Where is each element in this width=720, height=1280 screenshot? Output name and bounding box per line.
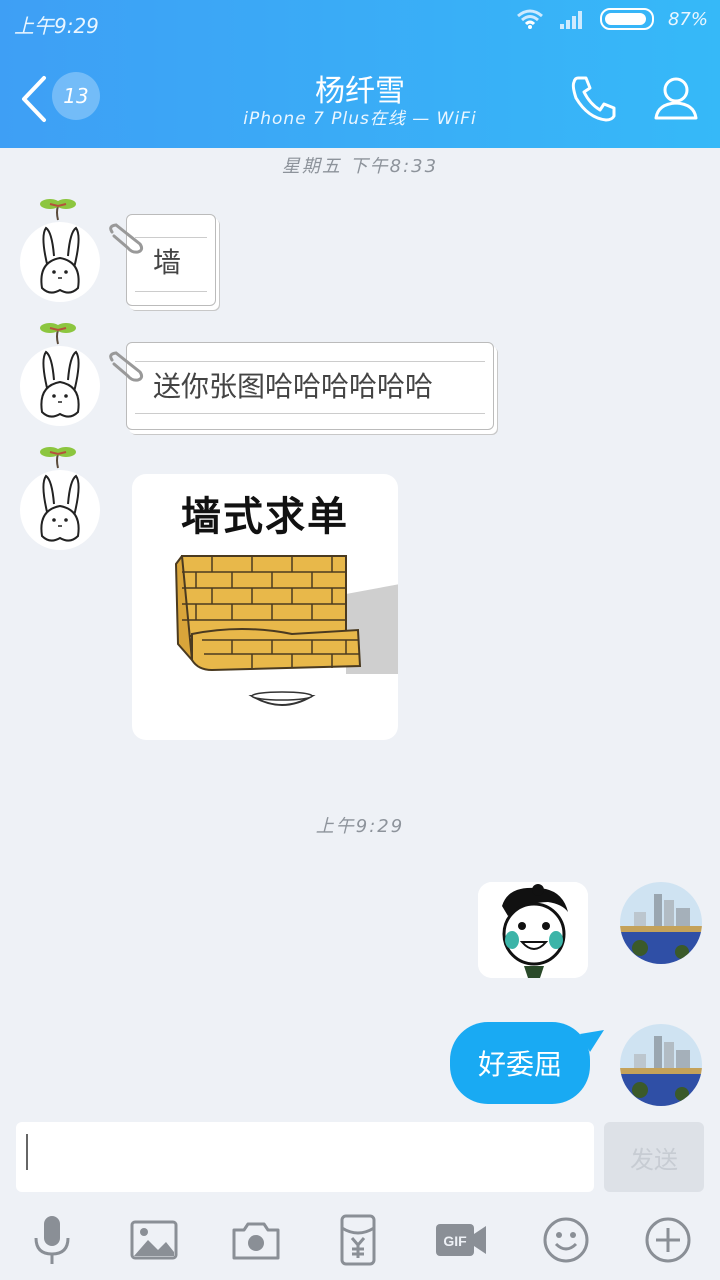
svg-text:GIF: GIF (443, 1233, 467, 1249)
message-text: 墙 (153, 246, 182, 279)
brick-wall-image (174, 555, 398, 706)
message-bubble[interactable]: 送你张图哈哈哈哈哈哈 (126, 342, 494, 430)
camera-icon[interactable] (228, 1212, 284, 1268)
bubble-tail (580, 1030, 604, 1052)
status-bar: 上午9:29 87% (0, 0, 720, 46)
city-landscape-photo (620, 882, 702, 964)
image-icon[interactable] (126, 1212, 182, 1268)
emoji-icon[interactable] (538, 1212, 594, 1268)
contact-avatar[interactable] (20, 192, 104, 312)
battery-icon (599, 8, 654, 30)
image-message[interactable]: 墙式求单 (132, 474, 398, 740)
message-bubble-self[interactable]: 好委屈 (450, 1022, 590, 1104)
microphone-icon[interactable] (24, 1212, 80, 1268)
plus-icon[interactable] (640, 1212, 696, 1268)
chat-header: 上午9:29 87% 13 杨纤雪 iPhone 7 Plus在线 — WiFi (0, 0, 720, 148)
contact-avatar[interactable] (20, 316, 104, 436)
phone-icon[interactable] (566, 70, 622, 126)
contact-avatar[interactable] (20, 440, 104, 560)
profile-icon[interactable] (648, 70, 704, 126)
user-avatar[interactable] (620, 882, 702, 964)
send-button[interactable]: 发送 (604, 1122, 704, 1192)
signal-icon (559, 11, 582, 29)
message-timestamp: 星期五 下午8:33 (281, 156, 439, 177)
gif-icon[interactable]: GIF (432, 1212, 488, 1268)
paperclip-icon (109, 223, 144, 254)
paperclip-icon (109, 351, 144, 382)
composer: 发送 GIF (0, 1112, 720, 1280)
user-avatar[interactable] (620, 1024, 702, 1106)
text-caret (26, 1134, 28, 1170)
status-time: 上午9:29 (14, 14, 99, 38)
message-timestamp: 上午9:29 (315, 816, 405, 837)
status-right: 87% (516, 8, 708, 30)
sticker-message[interactable] (478, 882, 588, 978)
battery-percent: 87% (667, 8, 708, 30)
crying-face-sticker (478, 882, 588, 978)
red-packet-icon[interactable] (330, 1212, 386, 1268)
city-landscape-photo (620, 1024, 702, 1106)
wifi-icon (517, 9, 543, 29)
message-text: 送你张图哈哈哈哈哈哈 (153, 370, 434, 403)
message-input[interactable] (16, 1122, 594, 1192)
